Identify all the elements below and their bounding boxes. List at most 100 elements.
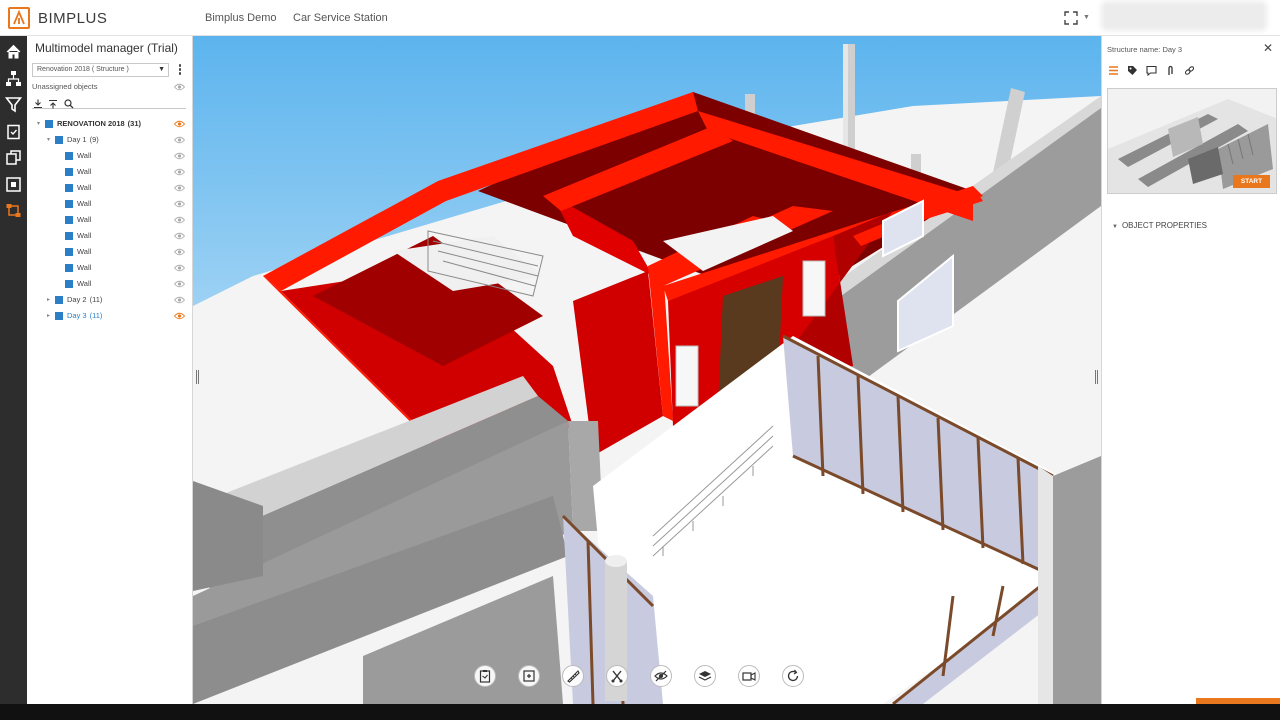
properties-toolbar [1108,63,1195,77]
comment-icon[interactable] [1146,63,1157,77]
visibility-eye-icon[interactable] [174,296,185,304]
filter-icon[interactable] [4,96,23,113]
tree-row[interactable]: Wall [27,277,193,291]
tree-toolbar [32,95,186,109]
clipboard-icon[interactable] [5,123,22,140]
building-3d-model[interactable] [193,36,1101,704]
properties-panel: Structure name: Day 3 ✕ ▼ OBJECT PROPERTI… [1101,36,1280,704]
tree-row[interactable]: Wall [27,165,193,179]
select-area-icon[interactable] [518,665,540,687]
list-icon[interactable] [1108,63,1119,75]
models-icon[interactable] [5,149,22,166]
chevron-down-icon[interactable]: ▼ [1083,14,1090,21]
attachment-icon[interactable] [1165,63,1176,75]
3d-viewport[interactable] [193,36,1101,704]
close-icon[interactable]: ✕ [1263,41,1273,55]
collapse-toggle-icon[interactable]: ▾ [37,117,40,131]
expand-toggle-icon[interactable]: ▸ [47,309,50,323]
tree-row-label: Wall [77,279,92,288]
collapse-all-icon[interactable] [48,96,58,109]
nav-rail [0,36,27,704]
hide-icon[interactable] [650,665,672,687]
model-select[interactable]: Renovation 2018 ( Structure ) ▼ [32,63,169,77]
tag-icon[interactable] [1127,63,1138,75]
structure-square-icon [65,168,73,176]
structure-square-icon [65,248,73,256]
measure-icon[interactable] [562,665,584,687]
model-link[interactable]: Car Service Station [293,12,388,24]
app-logo[interactable]: BIMPLUS [8,6,107,30]
app-name: BIMPLUS [38,9,108,27]
tree-row-label: Wall [77,231,92,240]
screen-bottom-strip [0,704,1280,720]
expand-all-icon[interactable] [33,96,43,109]
tree-row[interactable]: Wall [27,213,193,227]
tree-row-text: RENOVATION 2018 (31) [57,117,141,131]
clipboard-icon[interactable] [474,665,496,687]
structure-square-icon [55,312,63,320]
tree-row-label: Wall [77,199,92,208]
compare-icon[interactable] [5,176,22,193]
search-icon[interactable] [64,96,74,109]
section-icon[interactable] [606,665,628,687]
tree-row[interactable]: Wall [27,261,193,275]
tree-row-count: (9) [89,135,99,144]
expand-icon[interactable] [1064,11,1078,25]
hierarchy-icon[interactable] [5,70,22,87]
collapse-toggle-icon[interactable]: ▾ [47,133,50,147]
user-menu[interactable] [1105,5,1263,27]
visibility-eye-icon[interactable] [174,264,185,272]
right-resize-handle[interactable] [1095,370,1098,384]
tree-row[interactable]: Wall [27,197,193,211]
tree-row-label: Day 3 [67,311,87,320]
object-properties-header[interactable]: ▼ OBJECT PROPERTIES [1112,221,1207,230]
start-button[interactable]: START [1233,175,1270,188]
visibility-eye-icon[interactable] [174,120,185,128]
tree-row[interactable]: Wall [27,229,193,243]
tree-row-label: Wall [77,151,92,160]
visibility-eye-icon[interactable] [174,168,185,176]
link-icon[interactable] [1184,63,1195,75]
structure-square-icon [65,152,73,160]
visibility-eye-icon[interactable] [174,152,185,160]
tree-row[interactable]: ▸ Day 3 (11) [27,309,193,323]
visibility-eye-icon[interactable] [174,280,185,288]
project-link[interactable]: Bimplus Demo [205,12,277,24]
tree-row-label: Wall [77,183,92,192]
tree-row-count: (11) [89,295,103,304]
tree-row-label: Wall [77,215,92,224]
tree-row-text: Day 2 (11) [67,293,102,307]
visibility-eye-icon[interactable] [174,184,185,192]
viewport-toolbar [474,665,804,687]
visibility-eye-icon[interactable] [174,248,185,256]
tree-row[interactable]: Wall [27,181,193,195]
tree-row-label: Wall [77,167,92,176]
visibility-eye-icon[interactable] [174,312,185,320]
tree-row-label: Day 2 [67,295,87,304]
more-options-icon[interactable] [176,63,184,77]
multimodel-icon[interactable] [5,202,22,219]
tree-row[interactable]: Wall [27,149,193,163]
tree-row[interactable]: ▾ RENOVATION 2018 (31) [27,117,193,131]
panel-title: Multimodel manager (Trial) [35,41,178,55]
tree-row[interactable]: Wall [27,245,193,259]
structure-square-icon [45,120,53,128]
dropdown-caret-icon: ▼ [158,66,165,73]
left-resize-handle[interactable] [196,370,199,384]
expand-toggle-icon[interactable]: ▸ [47,293,50,307]
top-bar: BIMPLUS Bimplus Demo Car Service Station… [0,0,1280,36]
tree-row[interactable]: ▾ Day 1 (9) [27,133,193,147]
refresh-icon[interactable] [782,665,804,687]
camera-icon[interactable] [738,665,760,687]
tree-row[interactable]: ▸ Day 2 (11) [27,293,193,307]
visibility-eye-icon[interactable] [174,216,185,224]
unassigned-visibility-icon[interactable] [174,83,185,91]
visibility-eye-icon[interactable] [174,200,185,208]
tree-row-count: (31) [127,119,142,128]
home-icon[interactable] [5,43,22,60]
visibility-eye-icon[interactable] [174,136,185,144]
structure-name-label: Structure name: Day 3 [1107,45,1183,54]
visibility-eye-icon[interactable] [174,232,185,240]
tree-row-label: Wall [77,263,92,272]
layers-icon[interactable] [694,665,716,687]
